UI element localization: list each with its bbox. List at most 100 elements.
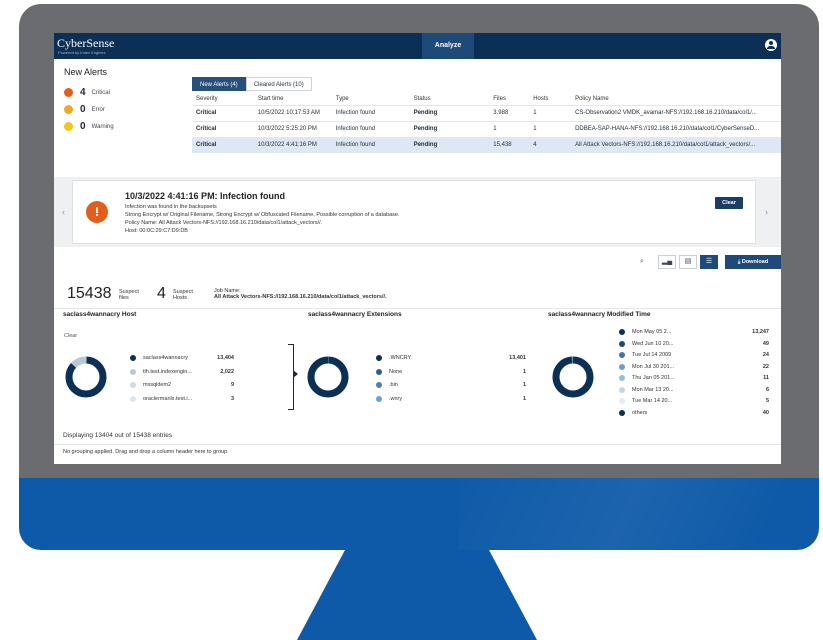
legend-dot-icon [130, 368, 136, 375]
legend-label: tlh.test.indexengin... [143, 368, 192, 375]
legend-value: 1 [522, 395, 526, 402]
legend-item[interactable]: None [376, 368, 402, 375]
user-account-icon[interactable] [765, 39, 777, 51]
grouping-hint: No grouping applied. Drag and drop a col… [63, 449, 229, 455]
table-cell: Pending [409, 104, 490, 121]
legend-item[interactable]: mssqldem2 [130, 382, 171, 388]
legend-label: .WNCRY [389, 355, 412, 361]
column-header[interactable]: Status [410, 93, 490, 105]
chevron-left-icon[interactable]: ‹ [62, 207, 65, 217]
modified-time-donut-chart [552, 356, 594, 398]
legend-item[interactable]: Tue Jul 14 2009 [619, 352, 671, 358]
table-cell: 15,438 [489, 136, 530, 153]
table-cell: 4 [529, 136, 572, 153]
donut-slice[interactable] [552, 356, 594, 398]
legend-dot-icon [376, 395, 382, 402]
legend-label: Mon Jul 30 201... [632, 363, 675, 370]
alert-exclamation-icon: ! [86, 201, 108, 223]
table-cell: Critical [192, 136, 254, 153]
brand-logo[interactable]: CyberSense [57, 37, 114, 49]
table-cell: Infection found [331, 104, 410, 121]
detail-line: Strong Encrypt w/ Original Filename, Str… [125, 212, 400, 218]
legend-value: 11 [763, 375, 769, 381]
legend-value: 5 [765, 398, 769, 404]
brand-tagline: Powered by Index Engines [58, 50, 106, 55]
legend-label: mssqldem2 [143, 382, 172, 388]
download-button[interactable]: ⤓ Download [725, 255, 781, 269]
legend-item[interactable]: saclass4wannacry [130, 355, 188, 361]
list-view-icon[interactable]: ☰ [700, 255, 718, 269]
host-chart-panel: saclass4wannacry Host Clear saclass4wann… [54, 311, 294, 428]
divider [54, 444, 781, 445]
search-icon[interactable]: ⌕ [636, 256, 648, 268]
alert-detail-band: ‹ › ! 10/3/2022 4:41:16 PM: Infection fo… [54, 177, 781, 247]
legend-item[interactable]: tlh.test.indexengin... [130, 368, 192, 375]
legend-item[interactable]: Mon Jul 30 201... [619, 363, 675, 370]
legend-label: Mon May 05 2... [632, 329, 672, 335]
legend-item[interactable]: Tue Mar 14 20... [619, 398, 672, 404]
legend-item[interactable]: Wed Jun 10 20... [619, 340, 673, 347]
table-row[interactable]: Critical 10/5/2022 10:17:53 AM Infection f… [192, 104, 781, 121]
column-header[interactable]: Files [489, 93, 529, 105]
detail-title: 10/3/2022 4:41:16 PM: Infection found [125, 191, 286, 201]
donut-slice[interactable] [307, 356, 349, 398]
nav-tab-analyze[interactable]: Analyze [422, 33, 474, 59]
suspect-files-label: files [119, 295, 129, 301]
job-name-value: All Attack Vectors-NFS://192.168.16.210/… [214, 294, 387, 300]
chart-view-icon[interactable]: ▂▄ [658, 255, 676, 269]
column-header[interactable]: Start time [254, 93, 332, 105]
legend-label: others [632, 409, 648, 416]
alert-summary-row[interactable]: 0 Warning [64, 118, 182, 135]
card-view-icon[interactable]: ▤ [679, 255, 697, 269]
modified-time-chart-panel: saclass4wannacry Modified Time Mon May 0… [539, 311, 781, 428]
column-header[interactable]: Policy Name [571, 93, 781, 105]
legend-item[interactable]: Mon May 05 2... [619, 329, 671, 335]
legend-dot-icon [619, 340, 625, 347]
clear-alert-button[interactable]: Clear [715, 197, 743, 209]
tab-cleared-alerts[interactable]: Cleared Alerts (10) [245, 77, 312, 91]
table-cell: Critical [192, 120, 254, 137]
legend-item[interactable]: Mon Mar 13 20... [619, 386, 674, 393]
entries-count-text: Displaying 13404 out of 15438 entries [63, 432, 173, 439]
legend-dot-icon [619, 398, 625, 404]
alert-severity-label: Error [91, 106, 105, 113]
table-cell: 1 [489, 120, 530, 137]
table-row[interactable]: Critical 10/3/2022 5:25:20 PM Infection fo… [192, 120, 781, 137]
legend-item[interactable]: oraclermanlx.test.i... [130, 395, 193, 402]
extensions-donut-chart [307, 356, 349, 398]
column-header[interactable]: Type [332, 93, 410, 105]
legend-label: oraclermanlx.test.i... [143, 395, 193, 402]
legend-dot-icon [376, 368, 382, 375]
extensions-chart-title: saclass4wannacry Extensions [308, 311, 402, 318]
monitor-stand [297, 550, 537, 640]
legend-value: 1 [522, 368, 526, 375]
legend-item[interactable]: .WNCRY [376, 355, 411, 361]
alert-severity-label: Critical [91, 89, 110, 96]
table-cell: 1 [529, 120, 572, 137]
table-cell: 10/3/2022 4:41:16 PM [253, 136, 332, 153]
monitor-chin [19, 478, 819, 550]
alert-count: 0 [80, 121, 86, 132]
detail-line: Infection was found in the backupsets [125, 204, 217, 210]
legend-item[interactable]: .wnry [376, 395, 402, 402]
alert-summary-row[interactable]: 0 Error [64, 101, 182, 118]
legend-dot-icon [619, 352, 625, 358]
legend-dot-icon [619, 363, 625, 370]
clear-filter-link[interactable]: Clear [64, 333, 77, 339]
legend-item[interactable]: .bin [376, 382, 398, 388]
column-header[interactable]: Hosts [529, 93, 571, 105]
alert-detail-card: ! 10/3/2022 4:41:16 PM: Infection found … [72, 180, 756, 244]
detail-line: Policy Name: All Attack Vectors-NFS://19… [125, 220, 323, 226]
legend-item[interactable]: Thu Jan 05 201... [619, 375, 675, 381]
legend-value: 13,247 [752, 329, 769, 335]
table-cell: Infection found [331, 136, 410, 153]
chevron-right-icon[interactable]: › [765, 207, 768, 217]
legend-dot-icon [130, 355, 136, 361]
alert-summary-row[interactable]: 4 Critical [64, 84, 182, 101]
tab-new-alerts[interactable]: New Alerts (4) [192, 77, 246, 91]
severity-dot-icon [64, 105, 73, 114]
modified-time-chart-title: saclass4wannacry Modified Time [548, 311, 651, 318]
table-row[interactable]: Critical 10/3/2022 4:41:16 PM Infection fo… [192, 136, 781, 153]
legend-item[interactable]: others [619, 409, 648, 416]
column-header[interactable]: Severity [192, 93, 254, 105]
